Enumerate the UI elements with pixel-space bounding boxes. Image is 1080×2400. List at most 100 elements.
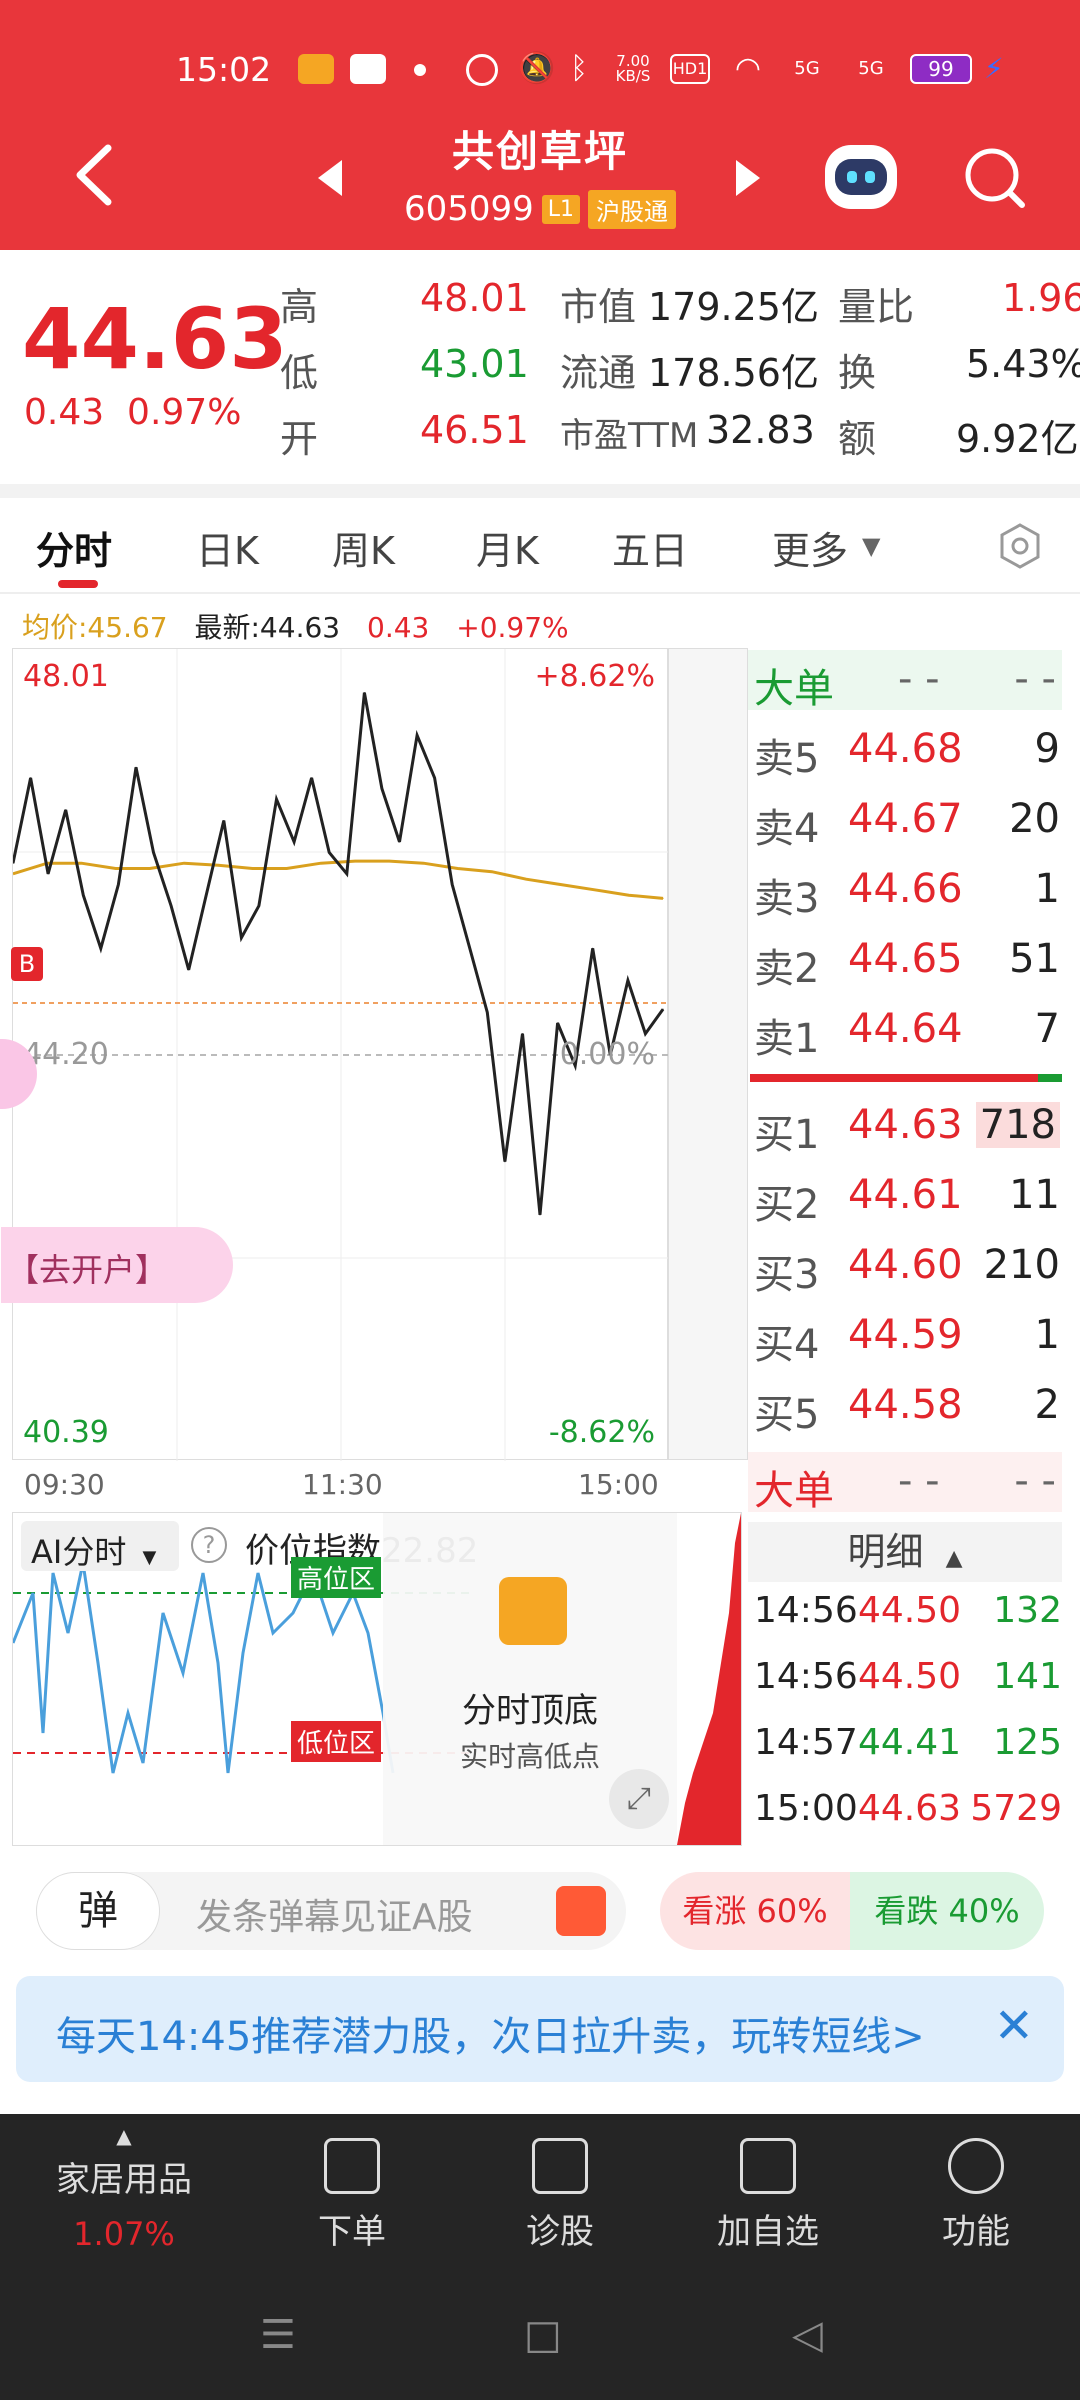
status-bar: 15:02 🔕 ᛒ 7.00 KB/S HD1 ◠ 5G 5G 99 ⚡ xyxy=(0,40,1080,96)
price-line-point xyxy=(328,851,330,854)
bid-price: 44.58 xyxy=(848,1382,963,1428)
tick-volume: 5729 xyxy=(970,1788,1062,1829)
detail-label: 明细 xyxy=(847,1530,924,1574)
intraday-chart[interactable]: 48.01 +8.62% 44.20 0.00% 40.39 -8.62% B … xyxy=(0,648,669,1461)
avg-price-line-point xyxy=(286,867,288,870)
system-menu-icon[interactable]: ☰ xyxy=(260,2312,296,2358)
system-back-icon[interactable]: ◁ xyxy=(792,2312,823,2358)
avg-price-line-point xyxy=(628,894,630,896)
sector-item[interactable]: ▲ 家居用品 1.07% xyxy=(54,2124,194,2253)
price-line-point xyxy=(469,947,471,949)
nav-add-watch[interactable]: 加自选 xyxy=(698,2138,838,2253)
after-hours-area xyxy=(668,648,748,1460)
open-account-pill[interactable]: 【去开户】 xyxy=(1,1227,233,1303)
avg-price-line-point xyxy=(457,867,459,870)
chart-settings-icon[interactable] xyxy=(996,522,1044,574)
price-line-point xyxy=(205,894,207,896)
danmu-input[interactable]: 发条弹幕见证A股 xyxy=(196,1888,473,1940)
tab-more[interactable]: 更多 xyxy=(772,520,848,575)
price-line-point xyxy=(100,947,102,949)
system-home-icon[interactable]: □ xyxy=(524,2312,562,2358)
nav-functions[interactable]: 功能 xyxy=(906,2138,1046,2253)
time-end-label: 15:00 xyxy=(578,1468,659,1501)
buy-marker[interactable]: B xyxy=(11,947,43,981)
bid-label: 买1 xyxy=(754,1112,820,1158)
mkt-cap-value: 179.25亿 xyxy=(648,285,819,329)
tab-five-day[interactable]: 五日 xyxy=(612,520,688,575)
avg-price-line-point xyxy=(422,862,425,864)
vol-ratio-value: 1.96 xyxy=(1002,276,1080,320)
price-line-point xyxy=(398,841,401,843)
market-tag: 沪股通 xyxy=(588,189,677,229)
ask-ratio-part xyxy=(1038,1074,1062,1082)
detail-header[interactable]: 明细 ▲ xyxy=(748,1522,1062,1582)
price-line-point xyxy=(30,777,32,779)
ask-price: 44.67 xyxy=(848,796,963,842)
tick-price: 44.63 xyxy=(858,1788,962,1829)
amount-label: 额 xyxy=(838,417,877,461)
bid-row[interactable]: 买1 44.63 718 xyxy=(748,1096,1060,1158)
charging-icon: ⚡ xyxy=(984,52,1004,85)
price-line-point xyxy=(521,1033,524,1035)
ai-dropdown[interactable]: AI分时 ▼ xyxy=(21,1521,179,1571)
tab-monthly-k[interactable]: 月K xyxy=(476,520,539,575)
y-bottom-label: 40.39 xyxy=(23,1415,109,1450)
bid-volume: 2 xyxy=(1034,1382,1060,1428)
chart-tabs: 分时 日K 周K 月K 五日 更多 ▼ xyxy=(0,500,1080,590)
change-value: 0.43 xyxy=(24,392,105,433)
avg-price-line-point xyxy=(525,878,527,880)
tab-daily-k[interactable]: 日K xyxy=(196,520,259,575)
avg-price-line-point xyxy=(80,862,82,864)
avg-price-line-point xyxy=(559,883,562,886)
search-icon[interactable] xyxy=(962,145,1028,211)
ask-row[interactable]: 卖5 44.68 9 xyxy=(748,720,1060,782)
nav-diagnose[interactable]: 诊股 xyxy=(490,2138,630,2253)
price-change: 0.43 0.97% xyxy=(24,392,241,433)
danmu-button[interactable]: 弹 xyxy=(36,1872,160,1950)
price-line-point xyxy=(311,777,313,779)
caret-up-icon: ▲ xyxy=(116,2124,132,2148)
avg-price-line-point xyxy=(183,862,185,864)
change-percent: 0.97% xyxy=(127,392,242,433)
bid-row[interactable]: 买4 44.59 1 xyxy=(748,1306,1060,1368)
danmu-bar[interactable]: 弹 发条弹幕见证A股 xyxy=(36,1872,626,1950)
ask-row[interactable]: 卖2 44.65 51 xyxy=(748,930,1060,992)
tick-price: 44.50 xyxy=(858,1590,962,1631)
vote-down-button[interactable]: 看跌 40% xyxy=(850,1872,1044,1950)
avg-price-line-point xyxy=(354,860,356,862)
close-icon[interactable]: ✕ xyxy=(994,1998,1034,2054)
help-icon[interactable]: ? xyxy=(191,1527,227,1563)
chevron-down-icon[interactable]: ▼ xyxy=(862,532,880,560)
top-bottom-popup[interactable]: 分时顶底 实时高低点 ⤢ xyxy=(383,1513,677,1845)
price-line-point xyxy=(135,766,137,768)
ask-row[interactable]: 卖3 44.66 1 xyxy=(748,860,1060,922)
nav-order[interactable]: 下单 xyxy=(282,2138,422,2253)
tab-weekly-k[interactable]: 周K xyxy=(332,520,395,575)
robot-assistant-icon[interactable] xyxy=(825,145,897,209)
price-line-point xyxy=(65,809,67,811)
bluetooth-icon: ᛒ xyxy=(570,51,588,86)
gift-icon[interactable] xyxy=(556,1886,606,1936)
ask-price: 44.66 xyxy=(848,866,963,912)
bid-row[interactable]: 买5 44.58 2 xyxy=(748,1376,1060,1438)
promo-banner[interactable]: 每天14:45推荐潜力股，次日拉升卖，玩转短线> ✕ xyxy=(16,1976,1064,2082)
avg-price-line-point xyxy=(594,889,596,891)
expand-icon[interactable]: ⤢ xyxy=(609,1769,669,1829)
price-line-point xyxy=(451,883,453,886)
add-square-icon xyxy=(740,2138,796,2194)
bid-row[interactable]: 买2 44.61 11 xyxy=(748,1166,1060,1228)
price-line-point xyxy=(644,1033,647,1035)
tab-intraday[interactable]: 分时 xyxy=(36,520,112,575)
tick-row: 14:56 44.50 141 xyxy=(750,1650,1062,1716)
bid-row[interactable]: 买3 44.60 210 xyxy=(748,1236,1060,1298)
ask-row[interactable]: 卖1 44.64 7 xyxy=(748,1000,1060,1062)
back-icon[interactable] xyxy=(70,140,130,220)
big-order-v1-2: - - xyxy=(898,1458,940,1504)
tabs-border xyxy=(0,592,1080,594)
ai-indicator-panel: AI分时 ▼ ? 价位指数22.82 高位区 低位区 分时顶底 实时高低点 ⤢ xyxy=(12,1512,742,1846)
next-stock-icon[interactable] xyxy=(736,160,760,196)
vote-up-button[interactable]: 看涨 60% xyxy=(660,1872,850,1950)
ask-volume: 20 xyxy=(1009,796,1060,842)
ask-row[interactable]: 卖4 44.67 20 xyxy=(748,790,1060,852)
avg-price-legend: 均价:45.67 xyxy=(22,611,168,644)
